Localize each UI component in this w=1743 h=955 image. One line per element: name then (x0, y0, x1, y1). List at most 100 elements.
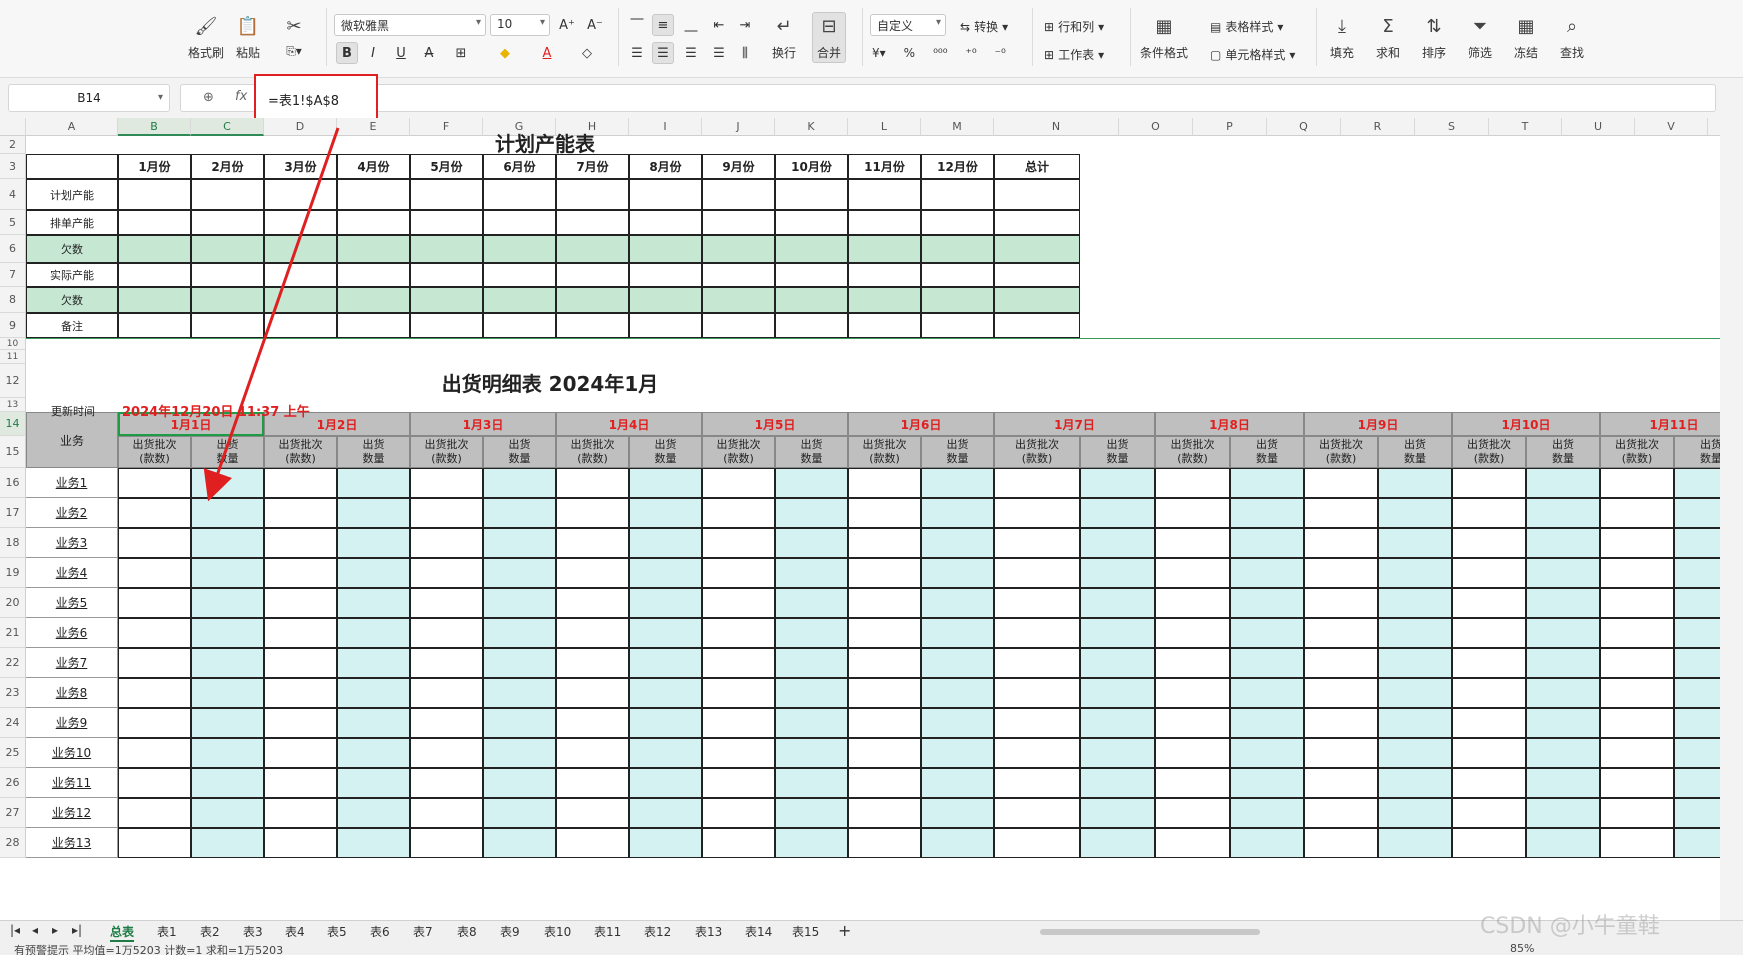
day-header[interactable]: 1月5日 (702, 412, 848, 436)
ship-qty-cell[interactable] (921, 798, 994, 828)
row-header-24[interactable]: 24 (0, 708, 26, 738)
ship-batch-cell[interactable] (1304, 648, 1378, 678)
ship-qty-cell[interactable] (629, 708, 702, 738)
ship-qty-cell[interactable] (921, 648, 994, 678)
ship-qty-cell[interactable] (191, 798, 264, 828)
plan-cell[interactable] (264, 287, 337, 313)
ship-qty-cell[interactable] (1080, 768, 1155, 798)
justify-icon[interactable]: ☰ (708, 42, 730, 64)
ship-qty-cell[interactable] (921, 708, 994, 738)
ship-batch-cell[interactable] (994, 768, 1080, 798)
ship-batch-cell[interactable] (1452, 828, 1526, 858)
ship-qty-cell[interactable] (921, 468, 994, 498)
plan-cell[interactable] (410, 179, 483, 210)
table-style-button[interactable]: ▤ 表格样式 ▾ (1210, 18, 1283, 35)
ship-qty-cell[interactable] (337, 468, 410, 498)
ship-qty-cell[interactable] (1674, 498, 1720, 528)
ship-batch-cell[interactable] (1304, 468, 1378, 498)
column-header-D[interactable]: D (264, 118, 337, 136)
ship-batch-cell[interactable] (994, 678, 1080, 708)
cond-format-button[interactable]: ▦ 条件格式 (1140, 14, 1188, 61)
ship-batch-cell[interactable] (1452, 768, 1526, 798)
ship-qty-cell[interactable] (629, 768, 702, 798)
ship-batch-cell[interactable] (994, 738, 1080, 768)
ship-qty-cell[interactable] (191, 588, 264, 618)
fx-icon[interactable]: fx (235, 89, 247, 104)
sheet-tab[interactable]: 表13 (695, 923, 722, 940)
ship-batch-cell[interactable] (1155, 468, 1230, 498)
ship-batch-cell[interactable] (264, 528, 337, 558)
row-header-19[interactable]: 19 (0, 558, 26, 588)
plan-month-header[interactable]: 4月份 (337, 154, 410, 179)
biz-row-label[interactable]: 业务13 (26, 828, 118, 858)
plan-cell[interactable] (848, 313, 921, 338)
day-header[interactable]: 1月9日 (1304, 412, 1452, 436)
ship-batch-cell[interactable] (1304, 768, 1378, 798)
border-icon[interactable]: ⊞ (450, 42, 472, 64)
ship-qty-cell[interactable] (1080, 708, 1155, 738)
plan-cell[interactable] (191, 179, 264, 210)
ship-qty-cell[interactable] (921, 678, 994, 708)
column-header-M[interactable]: M (921, 118, 994, 136)
ship-qty-cell[interactable] (775, 678, 848, 708)
plan-month-header[interactable]: 11月份 (848, 154, 921, 179)
ship-qty-cell[interactable] (1080, 588, 1155, 618)
ship-qty-cell[interactable] (1378, 708, 1452, 738)
ship-qty-cell[interactable] (1526, 678, 1600, 708)
ship-batch-cell[interactable] (264, 828, 337, 858)
row-header-25[interactable]: 25 (0, 738, 26, 768)
font-color-icon[interactable]: A (536, 42, 558, 64)
filter-button[interactable]: ⏷ 筛选 (1468, 14, 1492, 61)
column-header-J[interactable]: J (702, 118, 775, 136)
ship-batch-cell[interactable] (994, 468, 1080, 498)
find-button[interactable]: ⌕ 查找 (1560, 14, 1584, 61)
plan-month-header[interactable]: 12月份 (921, 154, 994, 179)
indent-increase-icon[interactable]: ⇥ (734, 14, 756, 36)
ship-qty-cell[interactable] (483, 558, 556, 588)
ship-batch-cell[interactable] (1452, 738, 1526, 768)
ship-qty-cell[interactable] (629, 618, 702, 648)
zoom-formula-icon[interactable]: ⊕ (203, 90, 214, 105)
row-header-10[interactable]: 10 (0, 338, 26, 350)
ship-batch-cell[interactable] (556, 588, 629, 618)
ship-qty-cell[interactable] (337, 768, 410, 798)
ship-qty-cell[interactable] (1526, 708, 1600, 738)
ship-batch-cell[interactable] (1600, 588, 1674, 618)
plan-cell[interactable] (702, 313, 775, 338)
row-header-21[interactable]: 21 (0, 618, 26, 648)
ship-qty-cell[interactable] (483, 528, 556, 558)
ship-qty-cell[interactable] (775, 708, 848, 738)
row-header-13[interactable]: 13 (0, 398, 26, 412)
worksheet-grid[interactable]: ABCDEFGHIJKLMNOPQRSTUVW 2345678910111213… (0, 118, 1720, 920)
row-header-17[interactable]: 17 (0, 498, 26, 528)
ship-batch-cell[interactable] (410, 468, 483, 498)
copy-dropdown[interactable]: ⎘▾ (286, 44, 302, 59)
ship-qty-cell[interactable] (1526, 828, 1600, 858)
ship-qty-cell[interactable] (1378, 828, 1452, 858)
ship-qty-cell[interactable] (1080, 528, 1155, 558)
plan-row-label[interactable]: 实际产能 (26, 263, 118, 287)
ship-qty-cell[interactable] (1674, 768, 1720, 798)
ship-batch-cell[interactable] (410, 798, 483, 828)
ship-batch-cell[interactable] (556, 618, 629, 648)
plan-cell[interactable] (410, 287, 483, 313)
ship-batch-cell[interactable] (702, 588, 775, 618)
plan-cell[interactable] (118, 179, 191, 210)
ship-batch-cell[interactable] (1600, 648, 1674, 678)
name-box[interactable]: B14 ▾ (8, 84, 170, 112)
ship-qty-cell[interactable] (629, 528, 702, 558)
plan-cell[interactable] (629, 179, 702, 210)
sheet-tab[interactable]: 表15 (792, 923, 819, 940)
ship-batch-cell[interactable] (848, 738, 921, 768)
ship-batch-cell[interactable] (1155, 678, 1230, 708)
plan-cell[interactable] (337, 210, 410, 235)
row-header-22[interactable]: 22 (0, 648, 26, 678)
day-header[interactable]: 1月10日 (1452, 412, 1600, 436)
tab-nav-last-icon[interactable]: ▸| (72, 923, 82, 937)
ship-batch-cell[interactable] (1452, 588, 1526, 618)
ship-batch-cell[interactable] (848, 588, 921, 618)
biz-row-label[interactable]: 业务4 (26, 558, 118, 588)
row-header-28[interactable]: 28 (0, 828, 26, 858)
ship-batch-cell[interactable] (556, 678, 629, 708)
ship-batch-cell[interactable] (118, 708, 191, 738)
